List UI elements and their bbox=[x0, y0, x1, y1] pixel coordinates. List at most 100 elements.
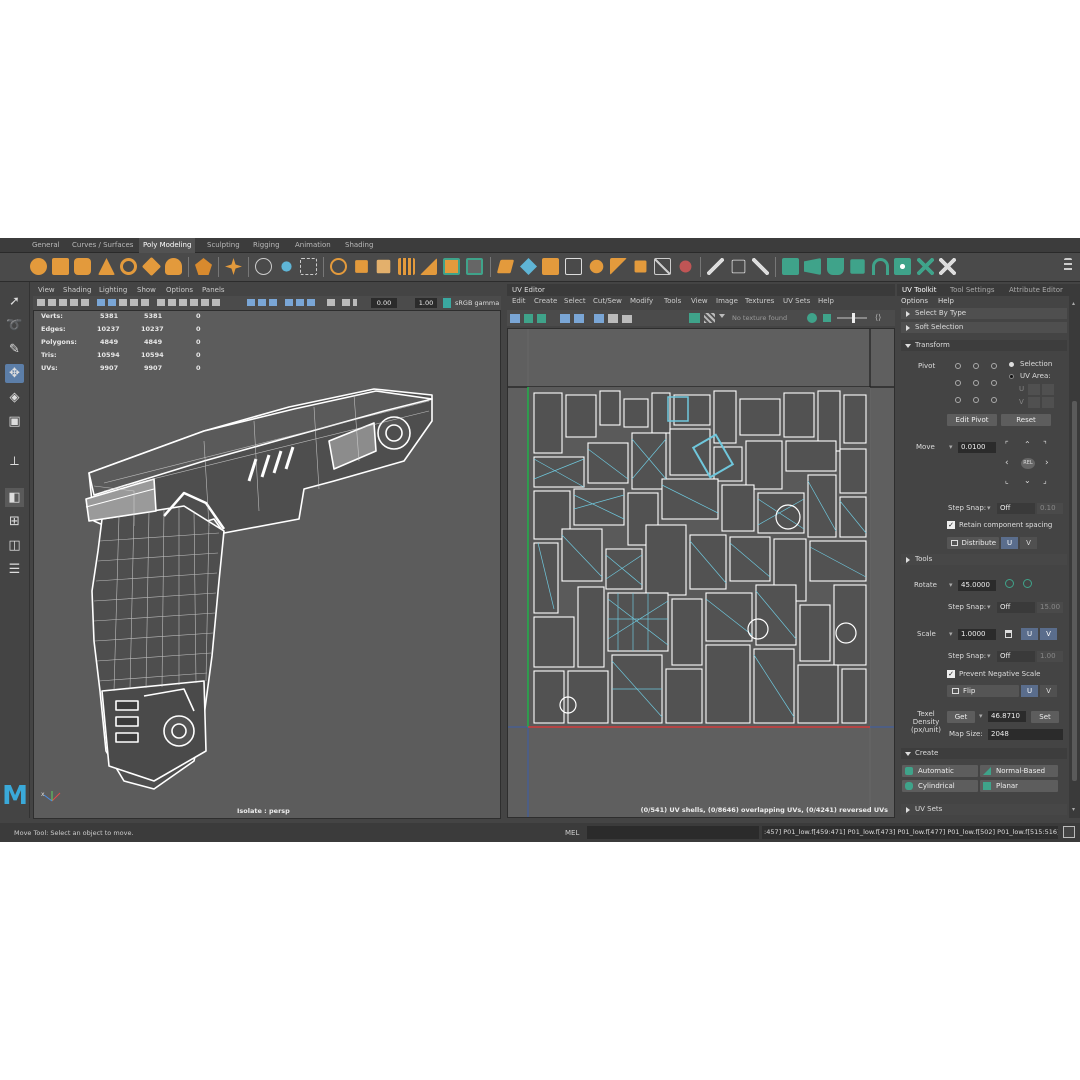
poly-cylinder-icon[interactable] bbox=[74, 258, 91, 275]
scale-step-snap-select[interactable]: Off bbox=[997, 651, 1035, 662]
multi-cut-icon[interactable] bbox=[565, 258, 582, 275]
section-select-by-type[interactable]: Select By Type bbox=[901, 308, 1067, 319]
scroll-up-icon[interactable]: ▴ bbox=[1072, 300, 1075, 307]
append-polygon-icon[interactable] bbox=[520, 258, 537, 275]
create-cylindrical-button[interactable]: Cylindrical bbox=[902, 780, 978, 792]
uv-menu-edit[interactable]: Edit bbox=[512, 297, 526, 305]
display-image-icon[interactable] bbox=[689, 313, 700, 323]
color-space-label[interactable]: sRGB gamma bbox=[455, 298, 499, 308]
shelf-tab-rigging[interactable]: Rigging bbox=[253, 241, 280, 249]
pivot-radio-br[interactable] bbox=[991, 397, 997, 403]
right-panel-scrollbar[interactable]: ▴ ▾ bbox=[1069, 296, 1080, 818]
bevel-icon[interactable] bbox=[496, 259, 515, 274]
knife-icon[interactable] bbox=[707, 258, 724, 275]
uv-menu-cut-sew[interactable]: Cut/Sew bbox=[593, 297, 622, 305]
shelf-menu-icon[interactable] bbox=[1064, 258, 1072, 275]
delete-edge-icon[interactable] bbox=[654, 258, 671, 275]
merge-icon[interactable] bbox=[679, 260, 692, 273]
poly-disc-icon[interactable] bbox=[165, 258, 182, 275]
distribute-u-button[interactable]: U bbox=[1001, 537, 1018, 549]
section-uv-sets[interactable]: UV Sets bbox=[901, 804, 1067, 815]
uv-area-u-field-1[interactable] bbox=[1028, 384, 1040, 395]
poly-plane-icon[interactable] bbox=[141, 256, 162, 277]
scale-step-snap-dropdown-icon[interactable]: ▾ bbox=[987, 652, 991, 660]
poly-cone-icon[interactable] bbox=[98, 258, 115, 275]
texture-dropdown-icon[interactable] bbox=[719, 314, 725, 320]
move-step-snap-select[interactable]: Off bbox=[997, 503, 1035, 514]
pivot-radio-bl[interactable] bbox=[955, 397, 961, 403]
slide-edge-icon[interactable] bbox=[731, 259, 746, 274]
section-tools[interactable]: Tools bbox=[901, 554, 1067, 565]
rotate-tool-icon[interactable]: ◈ bbox=[5, 388, 24, 407]
move-tool-icon[interactable]: ✥ bbox=[5, 364, 24, 383]
two-view-icon[interactable]: ◫ bbox=[5, 536, 24, 555]
mirror-icon[interactable] bbox=[376, 259, 391, 274]
poly-cube-icon[interactable] bbox=[52, 258, 69, 275]
distribute-v-button[interactable]: V bbox=[1020, 537, 1037, 549]
pivot-radio-ml[interactable] bbox=[955, 380, 961, 386]
toolbar-overflow-icon[interactable]: ⟨⟩ bbox=[875, 313, 881, 323]
exposure-field[interactable]: 0.00 bbox=[371, 298, 397, 308]
move-value-field[interactable]: 0.0100 bbox=[958, 442, 996, 453]
platonic-solid-icon[interactable] bbox=[195, 258, 212, 275]
uv-sew-icon[interactable] bbox=[850, 259, 865, 274]
uv-menu-create[interactable]: Create bbox=[534, 297, 557, 305]
shelf-tab-sculpting[interactable]: Sculpting bbox=[207, 241, 240, 249]
move-dropdown-icon[interactable]: ▾ bbox=[949, 443, 953, 451]
3d-viewport[interactable]: Verts: 5381 5381 0 Edges: 10237 10237 0 … bbox=[33, 310, 501, 819]
move-up-left-icon[interactable]: ⌜ bbox=[1005, 440, 1009, 449]
viewport-menu-lighting[interactable]: Lighting bbox=[99, 286, 127, 294]
move-step-snap-dropdown-icon[interactable]: ▾ bbox=[987, 504, 991, 512]
combine-icon[interactable] bbox=[330, 258, 347, 275]
selection-radio[interactable] bbox=[1009, 362, 1014, 367]
create-automatic-button[interactable]: Automatic bbox=[902, 765, 978, 777]
create-normal-based-button[interactable]: Normal-Based bbox=[980, 765, 1058, 777]
shelf-tab-shading[interactable]: Shading bbox=[345, 241, 373, 249]
shelf-tab-general[interactable]: General bbox=[32, 241, 60, 249]
move-center-button[interactable]: REL bbox=[1021, 458, 1035, 469]
tab-uv-toolkit[interactable]: UV Toolkit bbox=[902, 286, 936, 294]
reduce-icon[interactable] bbox=[420, 258, 437, 275]
rotate-ccw-icon[interactable] bbox=[1005, 579, 1014, 588]
rotate-step-snap-select[interactable]: Off bbox=[997, 602, 1035, 613]
section-create[interactable]: Create bbox=[901, 748, 1067, 759]
move-left-icon[interactable]: ‹ bbox=[1005, 458, 1009, 468]
edit-pivot-button[interactable]: Edit Pivot bbox=[947, 414, 997, 426]
viewport-menu-show[interactable]: Show bbox=[137, 286, 156, 294]
pivot-radio-mm[interactable] bbox=[973, 380, 979, 386]
uv-menu-tools[interactable]: Tools bbox=[664, 297, 681, 305]
uv-editor-viewport[interactable]: (0/541) UV shells, (0/8646) overlapping … bbox=[507, 328, 895, 818]
rotate-dropdown-icon[interactable]: ▾ bbox=[949, 581, 953, 589]
taser-model-wireframe[interactable] bbox=[34, 311, 500, 818]
shelf-tab-animation[interactable]: Animation bbox=[295, 241, 331, 249]
move-right-icon[interactable]: › bbox=[1045, 458, 1049, 468]
rp-menu-options[interactable]: Options bbox=[901, 297, 928, 305]
extrude-icon[interactable] bbox=[466, 258, 483, 275]
viewport-menu-shading[interactable]: Shading bbox=[63, 286, 91, 294]
uv-area-radio[interactable] bbox=[1009, 374, 1014, 379]
rp-menu-help[interactable]: Help bbox=[938, 297, 954, 305]
create-planar-button[interactable]: Planar bbox=[980, 780, 1058, 792]
collapse-icon[interactable] bbox=[634, 260, 647, 273]
pivot-radio-mr[interactable] bbox=[991, 380, 997, 386]
quad-draw-icon[interactable] bbox=[752, 258, 769, 275]
retain-spacing-checkbox[interactable]: ✓ bbox=[947, 521, 955, 529]
scrollbar-thumb[interactable] bbox=[1072, 401, 1077, 781]
poly-torus-icon[interactable] bbox=[120, 258, 137, 275]
bridge-icon[interactable] bbox=[443, 258, 460, 275]
lasso-tool-icon[interactable]: ➰ bbox=[5, 316, 24, 335]
scale-tool-icon[interactable]: ▣ bbox=[5, 412, 24, 431]
uv-area-v-field-2[interactable] bbox=[1042, 397, 1054, 408]
pivot-radio-tl[interactable] bbox=[955, 363, 961, 369]
viewport-toolbar-icons[interactable] bbox=[37, 298, 357, 308]
flip-v-button[interactable]: V bbox=[1040, 685, 1057, 697]
uv-toolbar-icons[interactable] bbox=[510, 313, 640, 324]
rotate-value-field[interactable]: 45.0000 bbox=[958, 580, 996, 591]
uv-unfold-icon[interactable] bbox=[782, 258, 799, 275]
exposure-slider-handle[interactable] bbox=[852, 313, 855, 323]
shelf-tab-curves-surfaces[interactable]: Curves / Surfaces bbox=[72, 241, 133, 249]
last-tool-icon[interactable]: ⟂ bbox=[5, 452, 24, 471]
offset-loop-icon[interactable] bbox=[300, 258, 317, 275]
gamma-field[interactable]: 1.00 bbox=[415, 298, 437, 308]
uv-straighten-icon[interactable] bbox=[872, 258, 889, 275]
